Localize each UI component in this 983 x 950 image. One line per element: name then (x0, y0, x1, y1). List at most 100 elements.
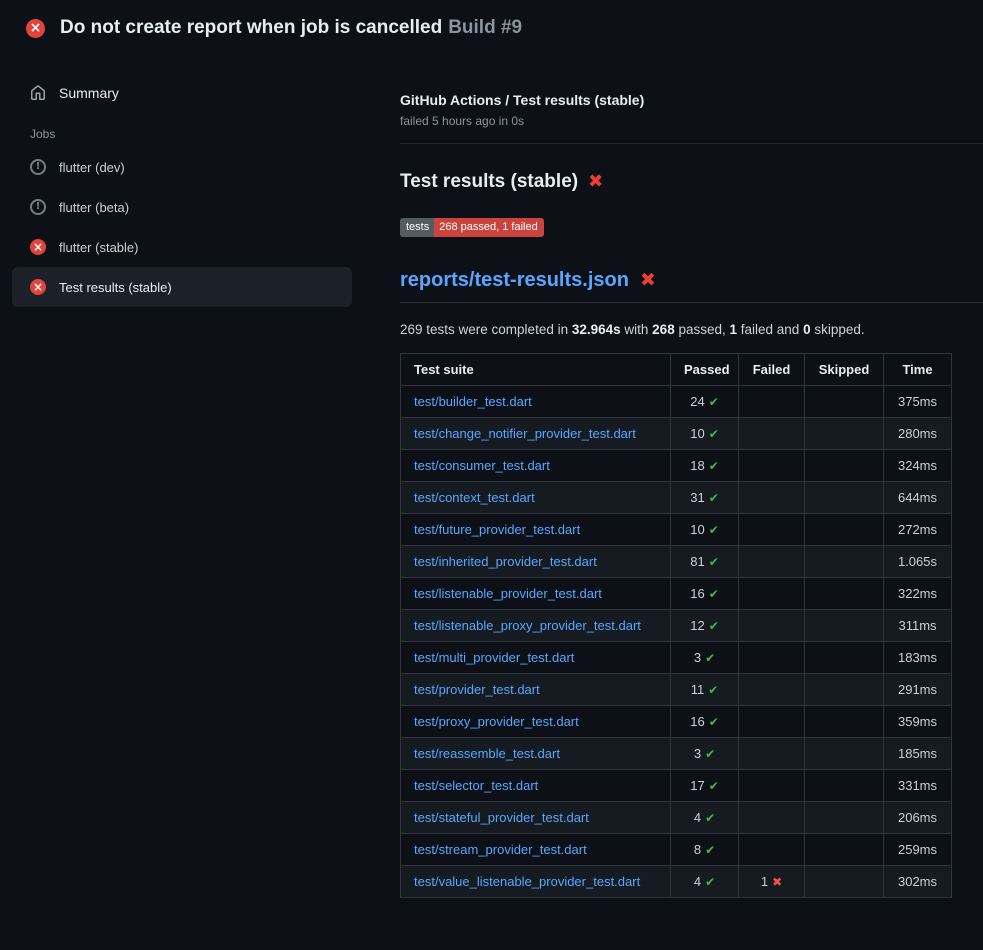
x-circle-icon: × (30, 239, 46, 255)
test-suite-link[interactable]: test/change_notifier_provider_test.dart (414, 426, 636, 441)
sidebar: Summary Jobs ! flutter (dev) !flutter (bet… (0, 54, 368, 307)
passed-count: 12 (690, 618, 704, 633)
x-glyph: × (30, 21, 42, 35)
test-suite-link[interactable]: test/inherited_provider_test.dart (414, 554, 597, 569)
test-suite-link[interactable]: test/selector_test.dart (414, 778, 538, 793)
test-suite-link[interactable]: test/listenable_provider_test.dart (414, 586, 602, 601)
skipped-cell (805, 418, 884, 450)
table-header-row: Test suite Passed Failed Skipped Time (401, 354, 952, 386)
skipped-cell (805, 866, 884, 898)
sidebar-item-summary[interactable]: Summary (12, 76, 352, 110)
passed-count: 16 (690, 714, 704, 729)
test-suite-link[interactable]: test/consumer_test.dart (414, 458, 550, 473)
failed-cell (739, 450, 805, 482)
check-icon: ✔ (705, 747, 715, 761)
passed-cell: 24✔ (671, 386, 739, 418)
test-suite-link[interactable]: test/reassemble_test.dart (414, 746, 560, 761)
time-cell: 375ms (884, 386, 952, 418)
check-icon: ✔ (709, 587, 719, 601)
main-content: GitHub Actions / Test results (stable) f… (368, 54, 983, 898)
failed-count: 1 (761, 874, 768, 889)
skipped-cell (805, 770, 884, 802)
failed-cell (739, 738, 805, 770)
divider (400, 143, 983, 144)
test-suite-link[interactable]: test/multi_provider_test.dart (414, 650, 574, 665)
summary-label: Summary (59, 85, 119, 101)
passed-cell: 11✔ (671, 674, 739, 706)
passed-count: 3 (694, 746, 701, 761)
report-heading: reports/test-results.json ✖ (400, 269, 983, 303)
sidebar-item-test-results-stable[interactable]: ×Test results (stable) (12, 267, 352, 307)
test-suite-link[interactable]: test/builder_test.dart (414, 394, 532, 409)
passed-count: 8 (694, 842, 701, 857)
passed-count: 10 (690, 426, 704, 441)
job-label: flutter (dev) (59, 160, 125, 175)
test-suite-cell: test/listenable_provider_test.dart (401, 578, 671, 610)
skipped-cell (805, 482, 884, 514)
test-suite-cell: test/listenable_proxy_provider_test.dart (401, 610, 671, 642)
skipped-cell (805, 610, 884, 642)
col-skipped: Skipped (805, 354, 884, 386)
failed-cell (739, 674, 805, 706)
failed-cell (739, 834, 805, 866)
test-results-table: Test suite Passed Failed Skipped Time te… (400, 353, 952, 898)
test-suite-cell: test/proxy_provider_test.dart (401, 706, 671, 738)
check-icon: ✔ (709, 491, 719, 505)
check-icon: ✔ (709, 523, 719, 537)
sidebar-item-flutter-dev[interactable]: ! flutter (dev) (12, 147, 352, 187)
passed-count: 81 (690, 554, 704, 569)
test-suite-cell: test/stateful_provider_test.dart (401, 802, 671, 834)
time-cell: 272ms (884, 514, 952, 546)
passed-cell: 18✔ (671, 450, 739, 482)
test-suite-link[interactable]: test/context_test.dart (414, 490, 535, 505)
passed-count: 11 (691, 682, 705, 697)
x-circle-icon: × (26, 19, 45, 38)
badge-label: tests (400, 218, 434, 237)
time-cell: 644ms (884, 482, 952, 514)
skipped-cell (805, 546, 884, 578)
failed-cell (739, 514, 805, 546)
table-row: test/inherited_provider_test.dart81✔1.06… (401, 546, 952, 578)
passed-count: 4 (694, 810, 701, 825)
sidebar-item-flutter-beta[interactable]: !flutter (beta) (12, 187, 352, 227)
time-cell: 206ms (884, 802, 952, 834)
passed-cell: 16✔ (671, 578, 739, 610)
failed-cell (739, 770, 805, 802)
breadcrumb: GitHub Actions / Test results (stable) (400, 92, 983, 108)
table-row: test/consumer_test.dart18✔324ms (401, 450, 952, 482)
test-suite-link[interactable]: test/stateful_provider_test.dart (414, 810, 589, 825)
test-suite-link[interactable]: test/provider_test.dart (414, 682, 540, 697)
check-icon: ✔ (709, 715, 719, 729)
failed-cell (739, 802, 805, 834)
test-suite-cell: test/stream_provider_test.dart (401, 834, 671, 866)
test-suite-link[interactable]: test/listenable_proxy_provider_test.dart (414, 618, 641, 633)
check-icon: ✔ (705, 843, 715, 857)
test-suite-cell: test/future_provider_test.dart (401, 514, 671, 546)
time-cell: 331ms (884, 770, 952, 802)
test-suite-link[interactable]: test/stream_provider_test.dart (414, 842, 587, 857)
table-row: test/selector_test.dart17✔331ms (401, 770, 952, 802)
test-suite-link[interactable]: test/value_listenable_provider_test.dart (414, 874, 640, 889)
failed-cell (739, 706, 805, 738)
skipped-cell (805, 642, 884, 674)
tests-badge: tests 268 passed, 1 failed (400, 218, 544, 237)
check-icon: ✔ (708, 683, 718, 697)
passed-count: 24 (690, 394, 704, 409)
test-suite-cell: test/multi_provider_test.dart (401, 642, 671, 674)
table-row: test/builder_test.dart 24✔ 375ms (401, 386, 952, 418)
time-cell: 259ms (884, 834, 952, 866)
col-test-suite: Test suite (401, 354, 671, 386)
table-row: test/provider_test.dart11✔291ms (401, 674, 952, 706)
failed-cell (739, 642, 805, 674)
home-icon (30, 85, 46, 101)
jobs-heading: Jobs (12, 127, 352, 141)
skipped-cell (805, 450, 884, 482)
alert-circle-icon: ! (30, 159, 46, 175)
time-cell: 1.065s (884, 546, 952, 578)
table-row: test/proxy_provider_test.dart16✔359ms (401, 706, 952, 738)
sidebar-item-flutter-stable[interactable]: ×flutter (stable) (12, 227, 352, 267)
test-suite-link[interactable]: test/future_provider_test.dart (414, 522, 580, 537)
check-title: Test results (stable) ✖ (400, 171, 983, 193)
report-link[interactable]: reports/test-results.json (400, 269, 629, 292)
test-suite-link[interactable]: test/proxy_provider_test.dart (414, 714, 579, 729)
